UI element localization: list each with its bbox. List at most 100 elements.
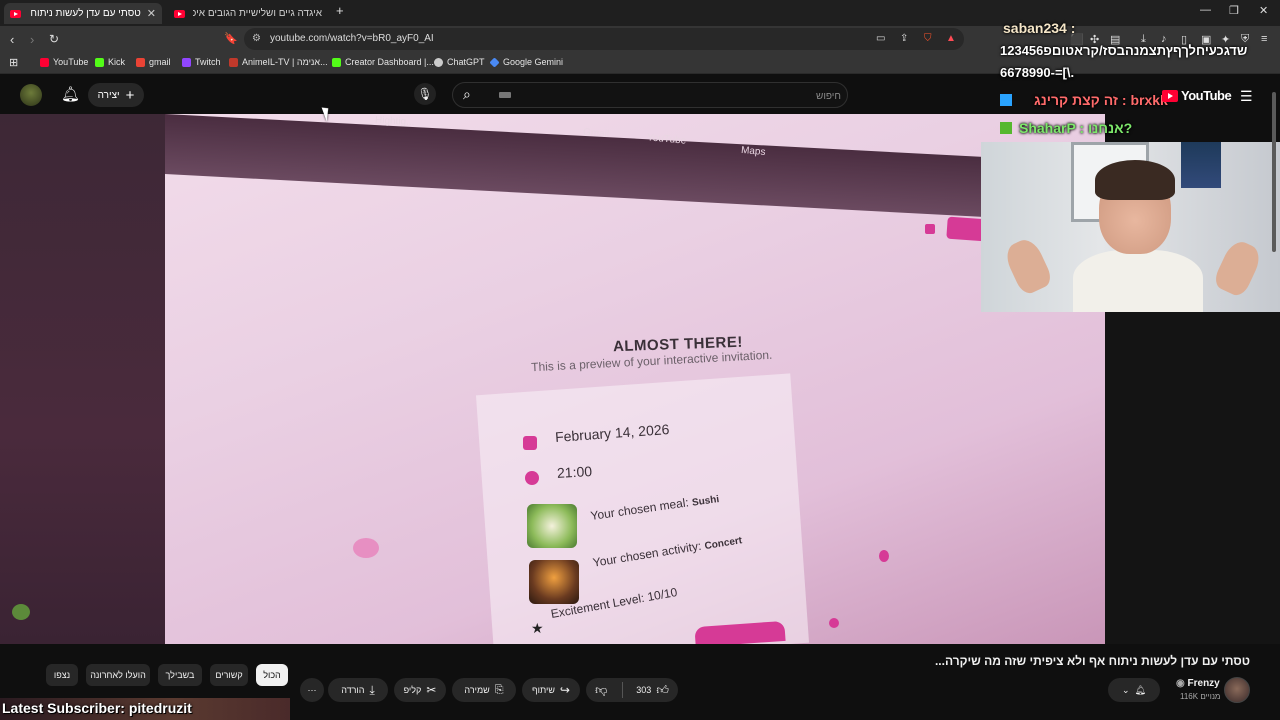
chip-all[interactable]: הכול (256, 664, 288, 686)
decor-heart (829, 618, 839, 628)
menu-icon[interactable]: ≡ (1261, 33, 1267, 45)
url-field[interactable]: ⚙ youtube.com/watch?v=bR0_ayF0_AI ▭ ⇪ ⛉ … (244, 28, 964, 50)
chip-recently-uploaded[interactable]: הועלו לאחרונה (86, 664, 150, 686)
bookmark-label: Kick (108, 57, 126, 67)
chip-watched[interactable]: נצפו (46, 664, 78, 686)
search-box: ⌕ (452, 82, 848, 108)
kick-icon (332, 57, 341, 67)
video-player[interactable]: Hightig... Gmail YouTube Maps ALMOST THE… (165, 114, 1105, 644)
gemini-icon (489, 56, 500, 68)
video-backdrop-right (1105, 312, 1280, 644)
save-button[interactable]: שמירה ⎘ (452, 678, 516, 702)
bookmark-twitch[interactable]: Twitch (182, 57, 221, 67)
chatgpt-icon (434, 57, 443, 67)
youtube-favicon-icon (174, 9, 185, 18)
create-button[interactable]: יצירה + (88, 83, 144, 107)
bookmark-animeil[interactable]: AnimeIL-TV | אנימה... (229, 57, 328, 67)
search-icon[interactable]: ⌕ (463, 86, 471, 103)
tab-active[interactable]: טסתי עם עדן לעשות ניתוח אף ולא ✕ (4, 3, 162, 24)
twitch-icon (182, 57, 191, 67)
apps-grid-icon[interactable]: ⊞ (9, 56, 18, 69)
subscribed-button[interactable]: ⌄ 🔔︎ (1108, 678, 1160, 702)
brave-shield-icon[interactable]: ⛉ (924, 28, 932, 50)
youtube-logo[interactable]: YouTube (1162, 88, 1232, 103)
scrollbar[interactable] (1272, 92, 1276, 252)
bookmark-youtube[interactable]: YouTube (40, 57, 88, 67)
youtube-favicon-icon (10, 9, 21, 18)
chat-message: brxkk : זה קצת קרינג (1034, 92, 1168, 108)
download-button[interactable]: הורדה ⤓ (328, 678, 388, 702)
verified-icon: ◉ (1176, 678, 1188, 689)
like-count: 303 (636, 685, 652, 695)
like-dislike-group: 👎︎ 303 👍︎ (586, 678, 678, 702)
share-label: שיתוף (532, 685, 555, 695)
chip-related[interactable]: קשורים (210, 664, 248, 686)
chip-for-you[interactable]: בשבילך (158, 664, 202, 686)
reload-icon[interactable]: ↻ (49, 32, 59, 46)
tab-inactive[interactable]: איגדה גיים ושלישיית הגובים איכדו את (168, 3, 328, 24)
webcam-shirt (1073, 250, 1203, 312)
channel-avatar[interactable] (1224, 677, 1250, 703)
calendar-icon (523, 436, 537, 450)
bookmark-chatgpt[interactable]: ChatGPT (434, 57, 485, 67)
download-icon: ⤓ (369, 682, 375, 697)
more-actions-button[interactable]: ⋯ (300, 678, 324, 702)
cast-icon[interactable]: ▭ (876, 28, 885, 50)
site-info-icon[interactable]: ⚙ (252, 28, 261, 50)
bookmark-label: gmail (149, 57, 171, 67)
maximize-button[interactable]: ❐ (1229, 4, 1239, 17)
webcam-hand (1211, 237, 1265, 299)
chat-badge-icon (1000, 94, 1012, 106)
youtube-icon (40, 57, 49, 67)
filmed-tab-text: Hightig... (374, 114, 415, 129)
account-avatar[interactable] (20, 84, 42, 106)
bookmark-kick[interactable]: Kick (95, 57, 125, 67)
bookmark-creator-dashboard[interactable]: Creator Dashboard |... (332, 57, 434, 67)
tab-title: איגדה גיים ושלישיית הגובים איכדו את (193, 8, 322, 19)
guide-menu-icon[interactable]: ☰ (1240, 88, 1253, 105)
bookmark-label: Creator Dashboard |... (345, 57, 434, 67)
dislike-icon[interactable]: 👎︎ (595, 683, 607, 698)
chat-message: 6678990-=[\. (1000, 65, 1075, 80)
bookmark-icon[interactable]: 🔖 (224, 32, 238, 45)
bookmark-label: Twitch (195, 57, 221, 67)
voice-search-icon[interactable]: 🎙︎ (414, 83, 436, 105)
bookmark-gmail[interactable]: gmail (136, 57, 171, 67)
forward-icon[interactable]: › (30, 32, 34, 47)
search-input[interactable] (501, 87, 841, 105)
bookmark-label: AnimeIL-TV | אנימה... (242, 57, 328, 67)
new-tab-button[interactable]: + (336, 3, 344, 18)
webcam-hand (1001, 235, 1055, 297)
bookmark-label: Google Gemini (503, 57, 564, 67)
notifications-bell-icon[interactable]: 🔔︎ (61, 85, 80, 103)
youtube-logo-text: YouTube (1181, 88, 1232, 103)
minimize-button[interactable]: — (1200, 4, 1211, 16)
youtube-logo-icon (1162, 89, 1178, 102)
channel-name[interactable]: ◉ Frenzy (1176, 678, 1220, 689)
star-icon: ★ (531, 620, 544, 636)
back-icon[interactable]: ‹ (10, 32, 14, 47)
bookmark-gemini[interactable]: Google Gemini (489, 56, 564, 68)
gmail-icon (136, 57, 145, 67)
share-button[interactable]: שיתוף ↪ (522, 678, 580, 702)
animeil-icon (229, 57, 238, 67)
url-text: youtube.com/watch?v=bR0_ayF0_AI (270, 33, 434, 44)
chat-badge-icon (1000, 122, 1012, 134)
video-title: טסתי עם עדן לעשות ניתוח אף ולא ציפיתי שז… (934, 654, 1250, 668)
like-icon[interactable]: 👍︎ (656, 683, 669, 698)
webcam-overlay (981, 142, 1280, 312)
like-divider (622, 682, 624, 698)
decor-heart (925, 224, 935, 234)
tab-close-icon[interactable]: ✕ (141, 7, 156, 20)
chat-message: ShaharP : אנחנו? (1019, 120, 1133, 136)
share-page-icon[interactable]: ⇪ (900, 28, 908, 50)
bookmark-label: ChatGPT (447, 57, 485, 67)
more-icon: ⋯ (307, 684, 317, 695)
brave-rewards-icon[interactable]: ▲ (946, 28, 956, 50)
save-playlist-icon: ⎘ (494, 683, 504, 696)
tab-title: טסתי עם עדן לעשות ניתוח אף ולא (29, 8, 141, 19)
channel-name-text: Frenzy (1187, 678, 1220, 689)
clip-button[interactable]: קליפ ✂ (394, 678, 446, 702)
window-close-button[interactable]: ✕ (1259, 4, 1268, 17)
kick-icon (95, 57, 104, 67)
